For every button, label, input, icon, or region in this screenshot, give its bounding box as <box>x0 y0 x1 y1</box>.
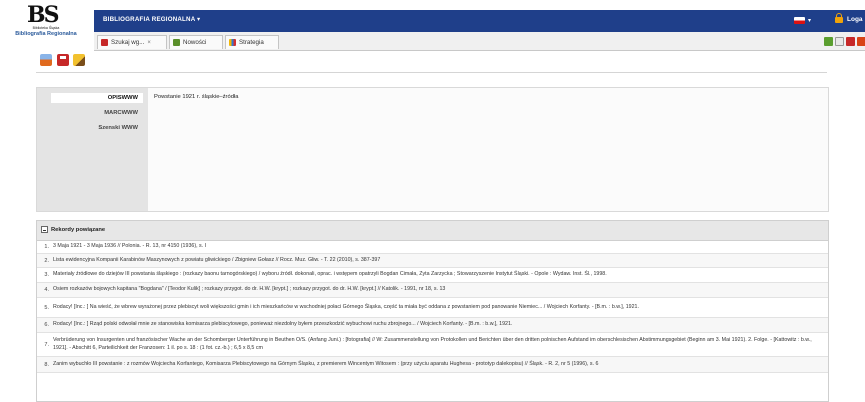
tab-strip: Szukaj wg... × Nowości Strategia <box>94 32 865 51</box>
tab-label: Strategia <box>239 39 264 46</box>
row-text[interactable]: Lista ewidencyjna Kompanii Karabinów Mas… <box>53 257 828 265</box>
table-row[interactable]: 7. Verbrüderung von Insurgenten und fran… <box>37 333 828 357</box>
table-row[interactable]: 5. Rodacy! [Inc.: ] Na wieść, że wbrew w… <box>37 298 828 318</box>
main-menu-dropdown[interactable]: BIBLIOGRAFIA REGIONALNA ▾ <box>103 16 200 23</box>
row-number: 6. <box>44 322 49 328</box>
related-records-panel: Rekordy powiązane 1. 3 Maja 1921 - 3 Maj… <box>36 220 829 402</box>
table-row[interactable]: 6. Rodacy! [Inc.: ] Rząd polski odwołał … <box>37 318 828 333</box>
print-icon[interactable] <box>40 54 52 66</box>
format-tab-opis[interactable]: OPISWWW <box>51 93 143 103</box>
logo-line-2: Bibliografia Regionalna <box>15 31 77 37</box>
table-row[interactable]: 2. Lista ewidencyjna Kompanii Karabinów … <box>37 254 828 268</box>
flag-icon[interactable] <box>794 17 805 24</box>
format-tabs: OPISWWW MARCWWW Szenski WWW <box>37 88 148 211</box>
login-link[interactable]: Loga <box>847 16 863 23</box>
row-text[interactable]: Rodacy! [Inc.: ] Na wieść, że wbrew wyra… <box>53 304 828 312</box>
tab-strategy[interactable]: Strategia <box>225 35 279 49</box>
top-menu-bar: BIBLIOGRAFIA REGIONALNA ▾ ▾ Loga <box>94 10 865 32</box>
row-number: 3. <box>44 272 49 278</box>
row-text[interactable]: Zanim wybuchło III powstanie : z rozmów … <box>53 361 828 369</box>
table-row[interactable]: 8. Zanim wybuchło III powstanie : z rozm… <box>37 357 828 373</box>
new-window-icon[interactable] <box>835 37 844 46</box>
tab-search[interactable]: Szukaj wg... × <box>97 35 167 49</box>
collapse-icon[interactable] <box>41 226 48 233</box>
format-tab-szenski[interactable]: Szenski WWW <box>51 123 143 133</box>
tab-label: Szukaj wg... <box>111 39 145 46</box>
format-tab-marc[interactable]: MARCWWW <box>51 108 143 118</box>
row-text[interactable]: Materiały źródłowe do dziejów III powsta… <box>53 271 828 279</box>
logo-line-1: Biblioteka Śląska <box>32 26 60 30</box>
search-icon <box>101 39 108 46</box>
row-number: 8. <box>44 361 49 368</box>
row-number: 1. <box>44 244 49 250</box>
strategy-icon <box>229 39 236 46</box>
row-text[interactable]: 3 Maja 1921 - 3 Maja 1936 // Polonia. - … <box>53 243 828 251</box>
help-icon[interactable] <box>846 37 855 46</box>
news-icon <box>173 39 180 46</box>
language-caret[interactable]: ▾ <box>808 17 811 24</box>
table-row[interactable]: 3. Materiały źródłowe do dziejów III pow… <box>37 268 828 283</box>
tab-news[interactable]: Nowości <box>169 35 223 49</box>
logo-mark: BS <box>27 2 60 28</box>
table-row[interactable]: 4. Osiem rozkazów bojowych kapitana "Bog… <box>37 283 828 298</box>
row-text[interactable]: Rodacy! [Inc.: ] Rząd polski odwołał mni… <box>53 321 828 329</box>
close-icon[interactable]: × <box>147 40 151 46</box>
row-number: 7. <box>44 341 49 348</box>
row-number: 5. <box>44 304 49 311</box>
close-window-icon[interactable] <box>857 37 865 46</box>
related-records-title: Rekordy powiązane <box>51 227 106 233</box>
related-records-header: Rekordy powiązane <box>37 221 828 241</box>
record-description: Powstanie 1921 r. śląskie–źródła <box>154 94 239 100</box>
row-number: 2. <box>44 257 49 264</box>
bookmark-icon[interactable] <box>73 54 85 66</box>
divider <box>36 72 827 73</box>
table-row[interactable]: 1. 3 Maja 1921 - 3 Maja 1936 // Polonia.… <box>37 241 828 254</box>
library-logo[interactable]: BS Biblioteka Śląska Bibliografia Region… <box>0 0 92 40</box>
record-panel: OPISWWW MARCWWW Szenski WWW Powstanie 19… <box>36 87 829 212</box>
row-text[interactable]: Osiem rozkazów bojowych kapitana "Bogdan… <box>53 286 828 294</box>
lock-icon[interactable] <box>835 13 843 23</box>
tab-label: Nowości <box>183 39 207 46</box>
window-restore-icon[interactable] <box>824 37 833 46</box>
save-icon[interactable] <box>57 54 69 66</box>
row-text[interactable]: Verbrüderung von Insurgenten und französ… <box>53 337 828 352</box>
row-number: 4. <box>44 287 49 293</box>
